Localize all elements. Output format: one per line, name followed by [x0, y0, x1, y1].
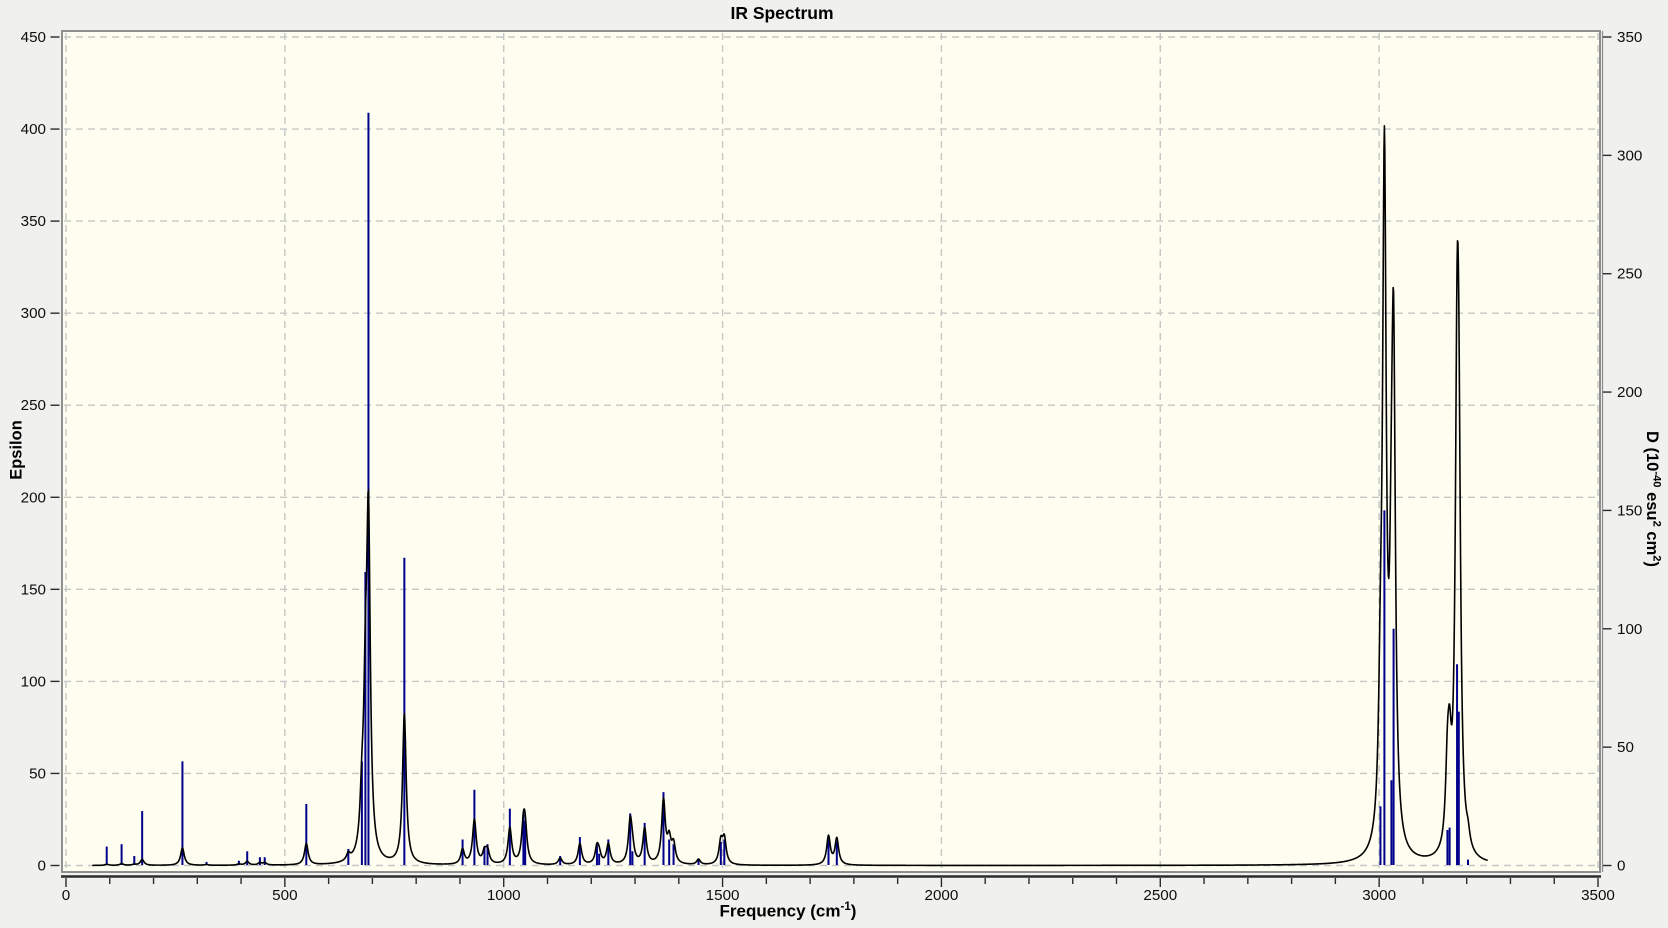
y-left-tick-label: 300: [21, 305, 46, 322]
y-right-tick-label: 100: [1617, 621, 1642, 638]
y-left-axis-title: Epsilon: [7, 420, 26, 480]
ir-spectrum-window: IR Spectrum 0 500 1000 1500 2000 2500 3000 3500…: [0, 0, 1668, 928]
y-left-tick-label: 100: [21, 673, 46, 690]
spectrum-plot-canvas: 0 500 1000 1500 2000 2500 3000 3500050100150200…: [21, 29, 1643, 904]
plot-area: [63, 32, 1599, 871]
y-right-tick-label: 50: [1617, 739, 1634, 756]
y-axis-right: 0 50 100 150 200 250 300 350: [1601, 29, 1642, 875]
y-left-tick-label: 200: [21, 489, 46, 506]
y-left-tick-label: 400: [21, 121, 46, 138]
x-tick-label: 3500: [1581, 887, 1615, 904]
y-right-tick-label: 350: [1617, 29, 1642, 46]
y-left-tick-label: 0: [38, 858, 46, 875]
y-right-tick-label: 300: [1617, 147, 1642, 164]
x-axis: 0 500 1000 1500 2000 2500 3000 3500: [61, 875, 1615, 904]
y-right-tick-label: 200: [1617, 384, 1642, 401]
y-right-tick-label: 0: [1617, 858, 1625, 875]
y-left-tick-label: 150: [21, 581, 46, 598]
y-left-tick-label: 250: [21, 397, 46, 414]
x-axis-title: Frequency (cm-1): [719, 901, 857, 921]
y-right-axis-title: D (10-40 esu2 cm2): [1642, 430, 1663, 568]
y-left-tick-label: 450: [21, 29, 46, 46]
y-left-tick-label: 350: [21, 213, 46, 230]
y-right-tick-label: 150: [1617, 502, 1642, 519]
y-right-tick-label: 250: [1617, 266, 1642, 283]
y-left-tick-label: 50: [29, 765, 46, 782]
